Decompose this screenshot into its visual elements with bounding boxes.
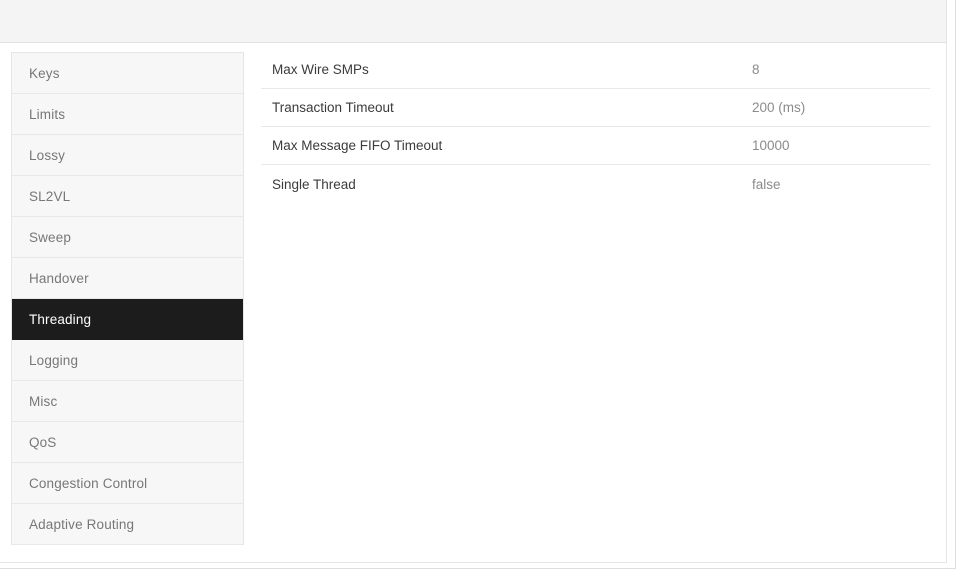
- setting-value[interactable]: 200 (ms): [752, 100, 805, 115]
- sidebar-item-label: QoS: [29, 435, 57, 450]
- setting-row: Transaction Timeout 200 (ms): [261, 89, 930, 127]
- setting-row: Max Wire SMPs 8: [261, 51, 930, 89]
- setting-value[interactable]: 8: [752, 62, 760, 77]
- setting-row: Max Message FIFO Timeout 10000: [261, 127, 930, 165]
- sidebar-item-sweep[interactable]: Sweep: [12, 217, 243, 258]
- setting-label: Max Message FIFO Timeout: [272, 138, 443, 153]
- sidebar-item-label: Congestion Control: [29, 476, 148, 491]
- sidebar-item-logging[interactable]: Logging: [12, 340, 243, 381]
- sidebar-item-label: Adaptive Routing: [29, 517, 135, 532]
- sidebar-item-handover[interactable]: Handover: [12, 258, 243, 299]
- sidebar-item-label: Lossy: [29, 148, 66, 163]
- sidebar-item-limits[interactable]: Limits: [12, 94, 243, 135]
- setting-row: Single Thread false: [261, 165, 930, 203]
- content-region: Keys Limits Lossy SL2VL Sweep Handover Threadi…: [0, 43, 947, 563]
- setting-value[interactable]: 10000: [752, 138, 790, 153]
- sidebar-item-misc[interactable]: Misc: [12, 381, 243, 422]
- sidebar-item-threading[interactable]: Threading: [12, 299, 243, 340]
- sidebar-item-keys[interactable]: Keys: [12, 53, 243, 94]
- settings-detail-panel: Max Wire SMPs 8 Transaction Timeout 200 (ms…: [261, 51, 930, 203]
- setting-label: Max Wire SMPs: [272, 62, 369, 77]
- settings-category-sidebar: Keys Limits Lossy SL2VL Sweep Handover Threadi…: [11, 52, 244, 545]
- app-window: Keys Limits Lossy SL2VL Sweep Handover Threadi…: [0, 0, 956, 569]
- sidebar-item-label: Limits: [29, 107, 66, 122]
- sidebar-item-label: Sweep: [29, 230, 72, 245]
- setting-label: Transaction Timeout: [272, 100, 394, 115]
- sidebar-item-label: SL2VL: [29, 189, 71, 204]
- top-header-bar: [0, 0, 947, 43]
- sidebar-item-adaptive-routing[interactable]: Adaptive Routing: [12, 504, 243, 545]
- setting-value[interactable]: false: [752, 177, 781, 192]
- sidebar-item-label: Misc: [29, 394, 58, 409]
- sidebar-item-congestion-control[interactable]: Congestion Control: [12, 463, 243, 504]
- sidebar-item-label: Logging: [29, 353, 79, 368]
- sidebar-item-lossy[interactable]: Lossy: [12, 135, 243, 176]
- setting-label: Single Thread: [272, 176, 356, 192]
- sidebar-item-label: Keys: [29, 66, 60, 81]
- sidebar-item-qos[interactable]: QoS: [12, 422, 243, 463]
- sidebar-item-label: Threading: [29, 312, 92, 327]
- sidebar-item-label: Handover: [29, 271, 89, 286]
- sidebar-item-sl2vl[interactable]: SL2VL: [12, 176, 243, 217]
